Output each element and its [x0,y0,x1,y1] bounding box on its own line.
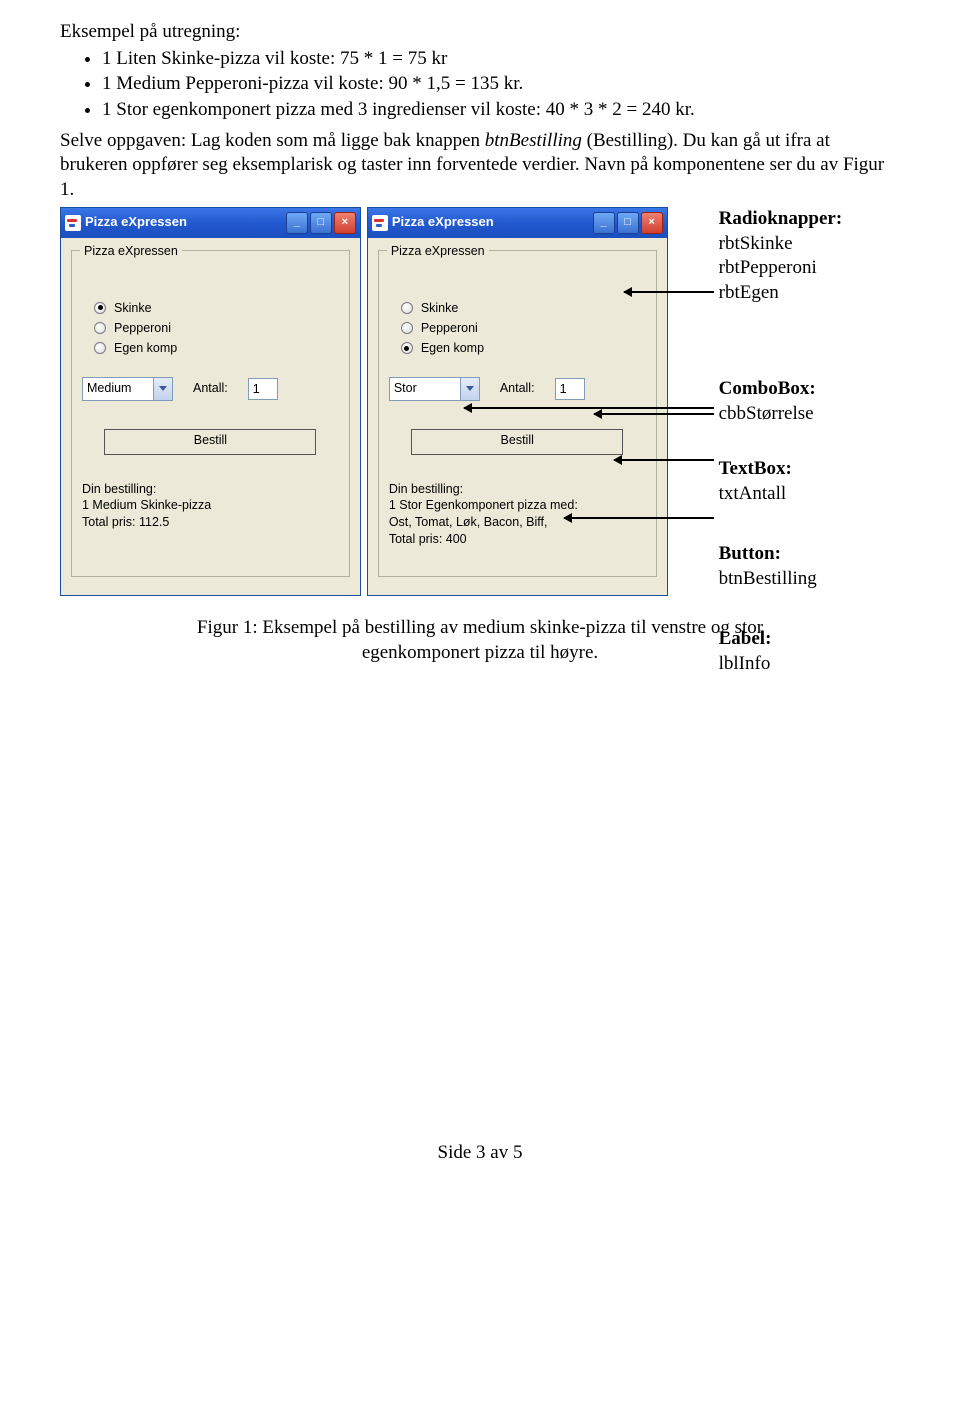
app-icon [65,215,81,231]
minimize-button[interactable]: _ [286,212,308,234]
annotation-button: Button: btnBestilling [719,542,919,591]
radio-label: Skinke [421,300,459,316]
window-title: Pizza eXpressen [85,214,187,231]
arrow-icon [564,517,714,519]
annotation-line: cbbStørrelse [719,402,919,427]
annotation-title: Radioknapper: [719,208,843,229]
group-label: Pizza eXpressen [80,243,182,259]
size-combobox[interactable]: Medium [82,377,173,401]
output-label: Din bestilling: 1 Stor Egenkomponert piz… [389,481,646,549]
annotation-title: Button: [719,543,781,564]
radio-icon [401,322,413,334]
radio-icon [401,342,413,354]
size-combobox[interactable]: Stor [389,377,480,401]
annotation-line: lblInfo [719,652,919,677]
annotation-textbox: TextBox: txtAntall [719,457,919,506]
task-text: Selve oppgaven: Lag koden som må ligge b… [60,130,485,151]
group-label: Pizza eXpressen [387,243,489,259]
radio-skinke[interactable]: Skinke [401,300,646,316]
annotation-title: TextBox: [719,458,792,479]
task-paragraph: Selve oppgaven: Lag koden som må ligge b… [60,129,900,203]
bullet-item: 1 Medium Pepperoni-pizza vil koste: 90 *… [102,72,900,97]
annotation-title: Label: [719,628,772,649]
chevron-down-icon [153,378,172,400]
annotation-title: ComboBox: [719,378,816,399]
output-line: 1 Medium Skinke-pizza [82,497,339,514]
radio-label: Pepperoni [114,320,171,336]
maximize-button[interactable]: □ [617,212,639,234]
output-line: Din bestilling: [82,481,339,498]
radio-icon [94,302,106,314]
radio-label: Pepperoni [421,320,478,336]
annotation-line: rbtPepperoni [719,256,919,281]
app-window-left: Pizza eXpressen _ □ × Pizza eXpressen Sk… [60,207,361,596]
quantity-input[interactable]: 1 [555,378,585,400]
arrow-icon [594,413,714,415]
annotation-label: Label: lblInfo [719,627,919,676]
radio-skinke[interactable]: Skinke [94,300,339,316]
radio-icon [94,342,106,354]
radio-pepperoni[interactable]: Pepperoni [94,320,339,336]
annotation-line: rbtEgen [719,281,919,306]
radio-egen[interactable]: Egen komp [94,340,339,356]
output-line: Total pris: 400 [389,531,646,548]
titlebar: Pizza eXpressen _ □ × [61,208,360,238]
annotation-radio: Radioknapper: rbtSkinke rbtPepperoni rbt… [719,207,919,306]
output-label: Din bestilling: 1 Medium Skinke-pizza To… [82,481,339,549]
close-button[interactable]: × [641,212,663,234]
quantity-label: Antall: [500,380,535,396]
titlebar: Pizza eXpressen _ □ × [368,208,667,238]
example-heading: Eksempel på utregning: [60,20,900,45]
maximize-button[interactable]: □ [310,212,332,234]
output-line: 1 Stor Egenkomponert pizza med: [389,497,646,514]
close-button[interactable]: × [334,212,356,234]
btn-name-italic: btnBestilling [485,130,582,151]
annotation-line: btnBestilling [719,567,919,592]
combo-value: Medium [83,378,153,400]
bullet-item: 1 Stor egenkomponert pizza med 3 ingredi… [102,98,900,123]
arrow-icon [624,291,714,293]
page-footer: Side 3 av 5 [0,1141,960,1166]
radio-label: Skinke [114,300,152,316]
radio-label: Egen komp [421,340,484,356]
arrow-icon [614,459,714,461]
combo-value: Stor [390,378,460,400]
annotation-line: rbtSkinke [719,232,919,257]
order-button[interactable]: Bestill [411,429,623,455]
arrow-icon [464,407,714,409]
radio-pepperoni[interactable]: Pepperoni [401,320,646,336]
example-bullets: 1 Liten Skinke-pizza vil koste: 75 * 1 =… [60,47,900,123]
annotation-combo: ComboBox: cbbStørrelse [719,377,919,426]
annotation-line: txtAntall [719,482,919,507]
radio-egen[interactable]: Egen komp [401,340,646,356]
order-button[interactable]: Bestill [104,429,316,455]
radio-icon [401,302,413,314]
quantity-input[interactable]: 1 [248,378,278,400]
app-icon [372,215,388,231]
radio-label: Egen komp [114,340,177,356]
app-window-right: Pizza eXpressen _ □ × Pizza eXpressen Sk… [367,207,668,596]
quantity-label: Antall: [193,380,228,396]
minimize-button[interactable]: _ [593,212,615,234]
output-line: Din bestilling: [389,481,646,498]
radio-icon [94,322,106,334]
window-title: Pizza eXpressen [392,214,494,231]
output-line: Total pris: 112.5 [82,514,339,531]
bullet-item: 1 Liten Skinke-pizza vil koste: 75 * 1 =… [102,47,900,72]
chevron-down-icon [460,378,479,400]
groupbox: Pizza eXpressen Skinke Pepperoni Egen ko… [71,250,350,577]
